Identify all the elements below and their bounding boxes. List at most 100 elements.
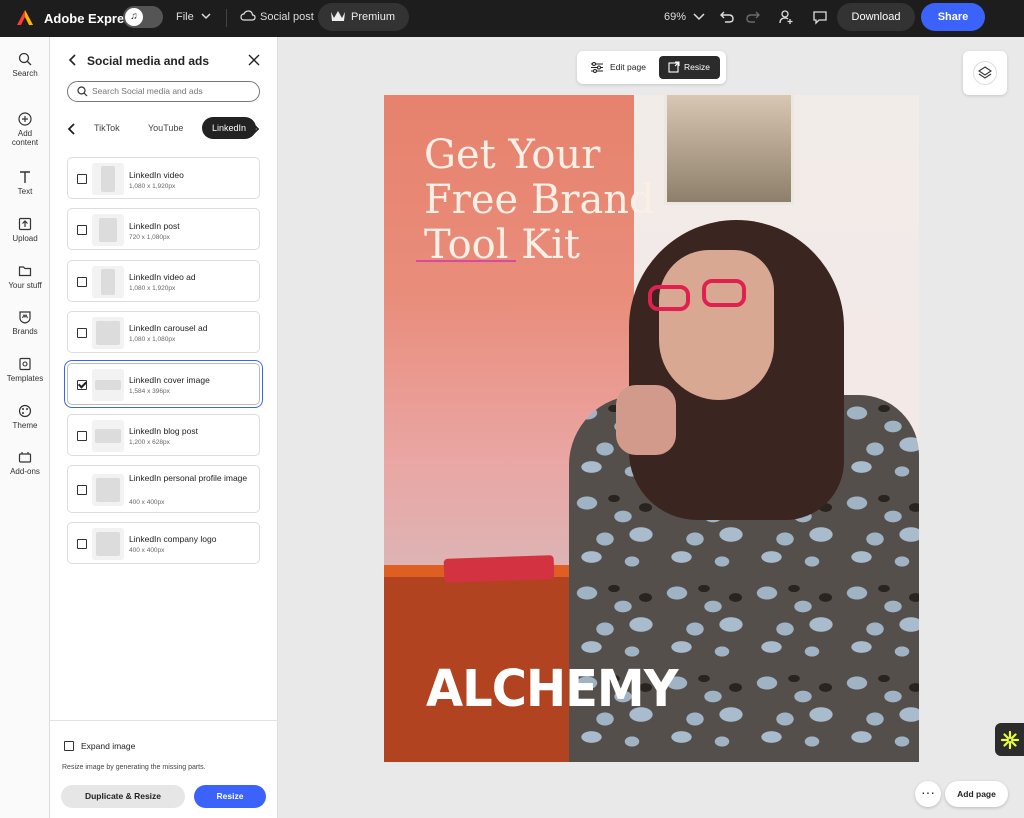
format-card-linkedin-carousel-ad[interactable]: LinkedIn carousel ad 1,080 x 1,080px bbox=[67, 311, 260, 353]
format-thumbnail bbox=[92, 214, 124, 246]
resize-button[interactable]: Resize bbox=[194, 785, 266, 808]
format-dimensions: 400 x 400px bbox=[129, 499, 165, 506]
tab-tiktok[interactable]: TikTok bbox=[94, 123, 120, 133]
add-page-button[interactable]: Add page bbox=[945, 781, 1008, 807]
format-shape bbox=[96, 532, 120, 556]
upload-icon bbox=[18, 217, 32, 231]
format-checkbox[interactable] bbox=[77, 539, 87, 549]
search-input[interactable] bbox=[92, 84, 252, 98]
tab-youtube[interactable]: YouTube bbox=[148, 123, 183, 133]
rail-label: Templates bbox=[6, 374, 44, 383]
format-dimensions: 400 x 400px bbox=[129, 547, 165, 554]
brand-shield-icon bbox=[19, 311, 31, 324]
tab-linkedin[interactable]: LinkedIn bbox=[202, 117, 257, 139]
edit-page-button[interactable]: Edit page bbox=[586, 56, 646, 79]
format-dimensions: 1,200 x 628px bbox=[129, 439, 170, 446]
add-circle-icon bbox=[18, 112, 32, 126]
canvas-toolbar: Edit page Resize bbox=[577, 51, 726, 84]
more-options-button[interactable]: ··· bbox=[915, 781, 941, 807]
rail-item-text[interactable]: Text bbox=[0, 170, 50, 196]
assistant-button[interactable] bbox=[995, 723, 1024, 756]
hand bbox=[616, 385, 676, 455]
rail-item-theme[interactable]: Theme bbox=[0, 404, 50, 430]
format-dimensions: 1,080 x 1,920px bbox=[129, 285, 176, 292]
format-checkbox[interactable] bbox=[77, 174, 87, 184]
download-button[interactable]: Download bbox=[837, 3, 915, 31]
rail-item-search[interactable]: Search bbox=[0, 52, 50, 78]
folder-icon bbox=[18, 266, 32, 277]
chevron-left-icon[interactable] bbox=[67, 122, 77, 136]
resize-tab[interactable]: Resize bbox=[659, 56, 720, 79]
brand-logo[interactable]: ALCHEMY bbox=[426, 660, 678, 719]
format-dimensions: 720 x 1,080px bbox=[129, 234, 170, 241]
rail-item-upload[interactable]: Upload bbox=[0, 217, 50, 243]
document-type[interactable]: Social post bbox=[260, 11, 314, 23]
format-checkbox[interactable] bbox=[77, 225, 87, 235]
rail-item-add-content[interactable]: Add content bbox=[0, 112, 50, 147]
format-shape bbox=[95, 380, 121, 390]
search-field[interactable] bbox=[67, 81, 260, 102]
format-thumbnail bbox=[92, 317, 124, 349]
adobe-express-logo[interactable] bbox=[16, 9, 34, 27]
rail-label: Upload bbox=[12, 234, 38, 243]
headline-text[interactable]: Get Your Free Brand Tool Kit bbox=[416, 133, 724, 268]
invite-user-icon[interactable] bbox=[778, 9, 794, 25]
format-dimensions: 1,080 x 1,920px bbox=[129, 183, 176, 190]
duplicate-resize-button[interactable]: Duplicate & Resize bbox=[61, 785, 185, 808]
sliders-icon bbox=[591, 62, 603, 73]
redo-icon[interactable] bbox=[745, 9, 761, 25]
format-checkbox[interactable] bbox=[77, 431, 87, 441]
resize-tab-label: Resize bbox=[684, 62, 710, 72]
spellcheck-underline bbox=[416, 260, 516, 262]
expand-image-checkbox[interactable] bbox=[64, 741, 74, 751]
format-checkbox[interactable] bbox=[77, 328, 87, 338]
format-shape bbox=[101, 166, 115, 192]
sparkle-icon bbox=[1000, 730, 1020, 750]
rail-item-templates[interactable]: Templates bbox=[0, 357, 50, 383]
chevron-down-icon[interactable] bbox=[200, 10, 212, 22]
format-card-linkedin-cover-image[interactable]: LinkedIn cover image 1,584 x 396px bbox=[67, 363, 260, 405]
divider bbox=[226, 9, 227, 27]
format-card-linkedin-company-logo[interactable]: LinkedIn company logo 400 x 400px bbox=[67, 522, 260, 564]
mode-toggle[interactable]: ♫ bbox=[123, 6, 163, 28]
file-menu[interactable]: File bbox=[176, 11, 194, 23]
back-arrow-icon[interactable] bbox=[67, 53, 79, 67]
expand-image-label[interactable]: Expand image bbox=[81, 741, 135, 751]
format-name: LinkedIn post bbox=[129, 221, 180, 231]
chevron-right-icon[interactable] bbox=[250, 122, 260, 136]
format-name: LinkedIn cover image bbox=[129, 375, 210, 385]
zoom-level[interactable]: 69% bbox=[664, 11, 686, 23]
format-checkbox-checked[interactable] bbox=[77, 380, 87, 390]
rail-item-your-stuff[interactable]: Your stuff bbox=[0, 264, 50, 290]
format-card-linkedin-personal-profile-image[interactable]: LinkedIn personal profile image 400 x 40… bbox=[67, 465, 260, 513]
format-thumbnail bbox=[92, 266, 124, 298]
format-card-linkedin-video-ad[interactable]: LinkedIn video ad 1,080 x 1,920px bbox=[67, 260, 260, 302]
format-checkbox[interactable] bbox=[77, 485, 87, 495]
format-card-linkedin-blog-post[interactable]: LinkedIn blog post 1,200 x 628px bbox=[67, 414, 260, 456]
layers-button[interactable] bbox=[963, 51, 1007, 95]
format-checkbox[interactable] bbox=[77, 277, 87, 287]
comment-icon[interactable] bbox=[812, 9, 828, 25]
format-card-linkedin-video[interactable]: LinkedIn video 1,080 x 1,920px bbox=[67, 157, 260, 199]
rail-item-brands[interactable]: Brands bbox=[0, 310, 50, 336]
phone bbox=[443, 555, 555, 583]
rail-item-add-ons[interactable]: Add-ons bbox=[0, 450, 50, 476]
rail-label: Your stuff bbox=[8, 281, 42, 290]
templates-icon bbox=[19, 357, 31, 371]
format-shape bbox=[99, 218, 117, 242]
format-shape bbox=[96, 478, 120, 502]
left-rail: Search Add content Text Upload Your stuff… bbox=[0, 37, 50, 818]
format-thumbnail bbox=[92, 528, 124, 560]
premium-button[interactable]: Premium bbox=[318, 3, 409, 31]
format-card-linkedin-post[interactable]: LinkedIn post 720 x 1,080px bbox=[67, 208, 260, 250]
add-ons-icon bbox=[18, 452, 32, 463]
chevron-down-icon[interactable] bbox=[692, 9, 706, 23]
glasses bbox=[648, 285, 690, 311]
layers-icon bbox=[978, 66, 992, 79]
close-icon[interactable] bbox=[248, 54, 260, 66]
format-dimensions: 1,080 x 1,080px bbox=[129, 336, 176, 343]
design-page[interactable]: Get Your Free Brand Tool Kit ALCHEMY bbox=[384, 95, 919, 762]
share-button[interactable]: Share bbox=[921, 3, 985, 31]
undo-icon[interactable] bbox=[719, 9, 735, 25]
headline-line: Free Brand bbox=[424, 177, 655, 223]
